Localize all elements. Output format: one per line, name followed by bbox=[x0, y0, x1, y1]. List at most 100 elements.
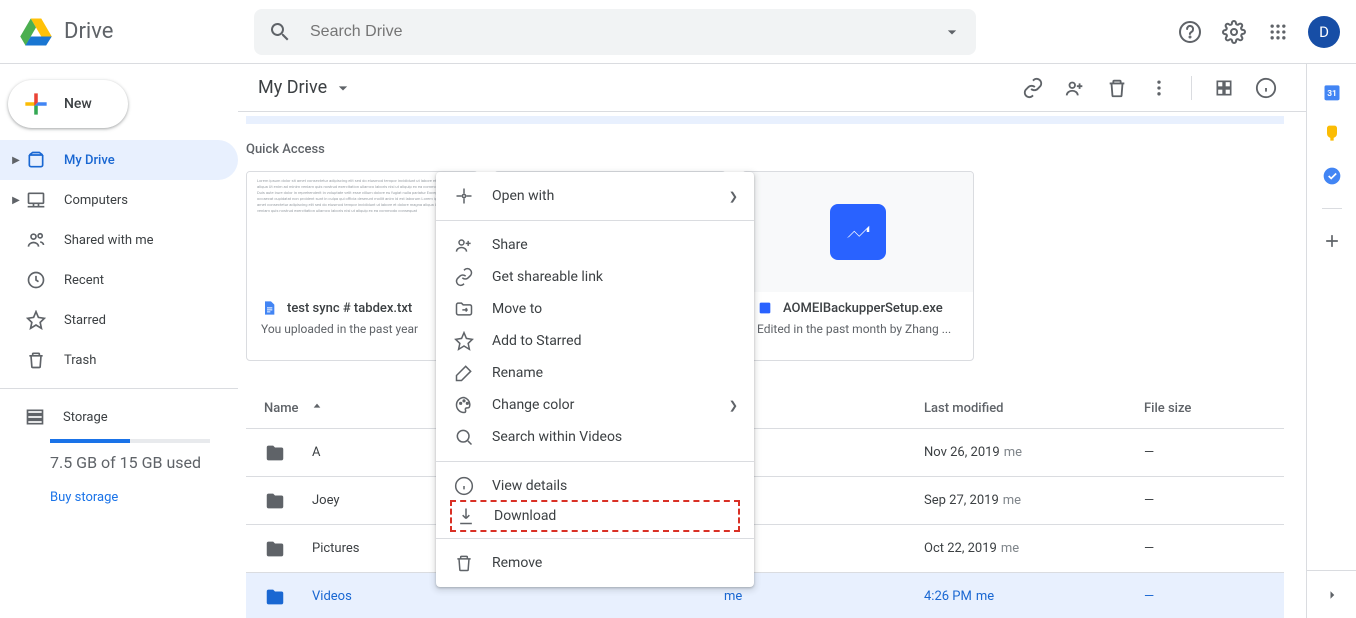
search-bar[interactable] bbox=[254, 9, 976, 55]
menu-view-details[interactable]: View details bbox=[436, 470, 754, 502]
tasks-addon-icon[interactable] bbox=[1322, 166, 1342, 186]
row-owner: me bbox=[724, 589, 924, 604]
keep-addon-icon[interactable] bbox=[1322, 124, 1342, 144]
star-icon bbox=[452, 331, 476, 351]
menu-label: Search within Videos bbox=[492, 429, 622, 445]
col-header-modified[interactable]: Last modified bbox=[924, 401, 1144, 416]
menu-get-link[interactable]: Get shareable link bbox=[436, 261, 754, 293]
row-mod-by: me bbox=[976, 589, 994, 604]
card-title: test sync # tabdex.txt bbox=[287, 301, 412, 316]
trash-icon bbox=[452, 553, 476, 573]
palette-icon bbox=[452, 395, 476, 415]
sidebar-item-shared-with-me[interactable]: Shared with me bbox=[0, 220, 238, 260]
sidebar-item-starred[interactable]: Starred bbox=[0, 300, 238, 340]
side-panel-collapse-icon[interactable] bbox=[1307, 570, 1356, 618]
sidebar-item-trash[interactable]: Trash bbox=[0, 340, 238, 380]
row-size: — bbox=[1144, 541, 1284, 556]
info-icon[interactable] bbox=[1246, 68, 1286, 108]
recent-icon bbox=[24, 270, 48, 290]
sort-arrow-icon bbox=[309, 401, 325, 417]
grid-view-icon[interactable] bbox=[1204, 68, 1244, 108]
search-options-dropdown-icon[interactable] bbox=[942, 22, 962, 42]
table-row[interactable]: Videos me 4:26 PMme — bbox=[246, 573, 1284, 618]
delete-icon[interactable] bbox=[1097, 68, 1137, 108]
row-name: A bbox=[312, 445, 320, 460]
storage-section: Storage bbox=[0, 397, 238, 437]
row-mod-by: me bbox=[1003, 493, 1021, 508]
menu-search-within[interactable]: Search within Videos bbox=[436, 421, 754, 453]
computers-icon bbox=[24, 190, 48, 210]
quick-access-card[interactable]: AOMEIBackupperSetup.exe Edited in the pa… bbox=[742, 171, 974, 361]
menu-remove[interactable]: Remove bbox=[436, 547, 754, 579]
breadcrumb[interactable]: My Drive bbox=[258, 77, 353, 98]
account-avatar[interactable]: D bbox=[1308, 16, 1340, 48]
table-row[interactable]: Pictures me Oct 22, 2019me — bbox=[246, 525, 1284, 573]
expand-arrow-icon[interactable]: ▶ bbox=[8, 155, 24, 166]
search-input[interactable] bbox=[308, 22, 962, 42]
menu-move-to[interactable]: Move to bbox=[436, 293, 754, 325]
col-header-size[interactable]: File size bbox=[1144, 401, 1284, 416]
table-row[interactable]: Joey me Sep 27, 2019me — bbox=[246, 477, 1284, 525]
settings-icon[interactable] bbox=[1214, 12, 1254, 52]
logo-block[interactable]: Drive bbox=[16, 12, 254, 52]
menu-label: Open with bbox=[492, 188, 554, 204]
folder-icon bbox=[264, 538, 286, 560]
sidebar-item-computers[interactable]: ▶ Computers bbox=[0, 180, 238, 220]
starred-icon bbox=[24, 310, 48, 330]
help-icon[interactable] bbox=[1170, 12, 1210, 52]
move-to-icon bbox=[452, 299, 476, 319]
sidebar-item-storage[interactable]: Storage bbox=[24, 397, 238, 437]
menu-change-color[interactable]: Change color ❯ bbox=[436, 389, 754, 421]
row-mod-by: me bbox=[1001, 541, 1019, 556]
row-name: Pictures bbox=[312, 541, 359, 556]
exe-file-icon bbox=[757, 300, 773, 316]
menu-label: Remove bbox=[492, 555, 542, 571]
menu-label: Change color bbox=[492, 397, 574, 413]
download-highlight: Download bbox=[450, 500, 740, 532]
header-actions: D bbox=[1170, 12, 1348, 52]
exe-app-icon bbox=[830, 204, 886, 260]
plus-icon bbox=[20, 88, 52, 120]
sidebar-item-label: Starred bbox=[64, 313, 106, 328]
menu-rename[interactable]: Rename bbox=[436, 357, 754, 389]
card-subtitle: Edited in the past month by Zhang ... bbox=[757, 322, 959, 336]
table-header: Name Owner Last modified File size bbox=[246, 389, 1284, 429]
buy-storage-link[interactable]: Buy storage bbox=[50, 490, 238, 505]
table-row[interactable]: A me Nov 26, 2019me — bbox=[246, 429, 1284, 477]
search-icon bbox=[268, 20, 292, 44]
menu-label: Get shareable link bbox=[492, 269, 603, 285]
sidebar-item-recent[interactable]: Recent bbox=[0, 260, 238, 300]
link-icon bbox=[452, 267, 476, 287]
expand-arrow-icon[interactable]: ▶ bbox=[8, 195, 24, 206]
row-size: — bbox=[1144, 589, 1284, 604]
download-icon bbox=[454, 506, 478, 526]
share-icon[interactable] bbox=[1055, 68, 1095, 108]
card-subtitle: You uploaded in the past year bbox=[261, 322, 463, 336]
chevron-down-icon bbox=[333, 78, 353, 98]
menu-label: View details bbox=[492, 478, 567, 494]
menu-open-with[interactable]: Open with ❯ bbox=[436, 180, 754, 212]
menu-download[interactable]: Download bbox=[452, 502, 738, 530]
row-name: Videos bbox=[312, 589, 352, 604]
menu-share[interactable]: Share bbox=[436, 229, 754, 261]
more-actions-icon[interactable] bbox=[1139, 68, 1179, 108]
menu-label: Move to bbox=[492, 301, 542, 317]
row-size: — bbox=[1144, 445, 1284, 460]
row-modified: Nov 26, 2019 bbox=[924, 445, 1000, 460]
menu-label: Add to Starred bbox=[492, 333, 581, 349]
storage-icon bbox=[23, 407, 47, 427]
card-title: AOMEIBackupperSetup.exe bbox=[783, 301, 943, 316]
apps-grid-icon[interactable] bbox=[1258, 12, 1298, 52]
menu-label: Rename bbox=[492, 365, 543, 381]
new-button[interactable]: New bbox=[8, 80, 128, 128]
storage-used-text: 7.5 GB of 15 GB used bbox=[50, 453, 238, 472]
menu-add-star[interactable]: Add to Starred bbox=[436, 325, 754, 357]
trash-icon bbox=[24, 350, 48, 370]
sidebar: New ▶ My Drive ▶ Computers Shared with m… bbox=[0, 64, 238, 618]
new-button-label: New bbox=[64, 96, 92, 112]
get-link-icon[interactable] bbox=[1013, 68, 1053, 108]
breadcrumb-label: My Drive bbox=[258, 77, 327, 98]
calendar-addon-icon[interactable]: 31 bbox=[1322, 82, 1342, 102]
sidebar-item-my-drive[interactable]: ▶ My Drive bbox=[0, 140, 238, 180]
get-addons-icon[interactable] bbox=[1322, 231, 1342, 251]
